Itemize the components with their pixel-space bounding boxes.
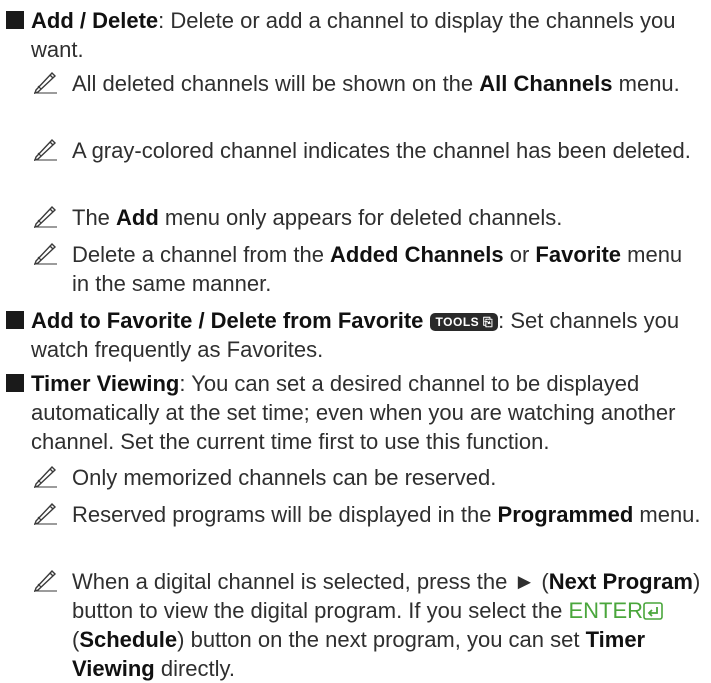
square-bullet-icon bbox=[6, 11, 24, 29]
note-bold: Added Channels bbox=[330, 242, 504, 267]
note-bold: Schedule bbox=[79, 627, 178, 652]
square-bullet-icon bbox=[6, 311, 24, 329]
note-text: When a digital channel is selected, pres… bbox=[72, 569, 549, 594]
pencil-note-icon bbox=[33, 503, 57, 525]
enter-label: ENTER bbox=[568, 598, 644, 623]
item-add-delete: Add / Delete: Delete or add a channel to… bbox=[6, 6, 706, 64]
note-gray-colored: A gray-colored channel indicates the cha… bbox=[33, 136, 703, 165]
note-text: Reserved programs will be displayed in t… bbox=[72, 502, 498, 527]
pencil-note-icon bbox=[33, 466, 57, 488]
note-all-deleted: All deleted channels will be shown on th… bbox=[33, 69, 703, 98]
note-bold: Programmed bbox=[497, 502, 634, 527]
note-text: ) button on the next program, you can se… bbox=[177, 627, 586, 652]
square-bullet-icon bbox=[6, 374, 24, 392]
item-timer-viewing: Timer Viewing: You can set a desired cha… bbox=[6, 369, 706, 456]
pencil-note-icon bbox=[33, 206, 57, 228]
pencil-note-icon bbox=[33, 570, 57, 592]
item-favorite-text: Add to Favorite / Delete from Favorite T… bbox=[6, 306, 706, 364]
manual-page: Add / Delete: Delete or add a channel to… bbox=[0, 0, 711, 681]
pencil-note-icon bbox=[33, 72, 57, 94]
note-bold: Add bbox=[116, 205, 159, 230]
tools-key-icon: TOOLS ⎘ bbox=[429, 313, 499, 331]
note-text: menu only appears for deleted channels. bbox=[158, 205, 563, 230]
pencil-note-icon bbox=[33, 243, 57, 265]
note-reserved-programs: Reserved programs will be displayed in t… bbox=[33, 500, 703, 529]
item-title: Add to Favorite / Delete from Favorite bbox=[31, 308, 424, 333]
item-title: Add / Delete bbox=[31, 8, 159, 33]
pencil-note-icon bbox=[33, 139, 57, 161]
note-text: All deleted channels will be shown on th… bbox=[72, 71, 480, 96]
note-text: menu. bbox=[633, 502, 701, 527]
enter-key-icon bbox=[643, 602, 663, 620]
note-text: The bbox=[72, 205, 117, 230]
note-delete-channel: Delete a channel from the Added Channels… bbox=[33, 240, 703, 298]
note-add-menu: The Add menu only appears for deleted ch… bbox=[33, 203, 703, 232]
item-title: Timer Viewing bbox=[31, 371, 180, 396]
note-text: A gray-colored channel indicates the cha… bbox=[72, 138, 691, 163]
item-favorite: Add to Favorite / Delete from Favorite T… bbox=[6, 306, 706, 364]
note-text: directly. bbox=[154, 656, 236, 681]
note-text: or bbox=[503, 242, 536, 267]
item-add-delete-text: Add / Delete: Delete or add a channel to… bbox=[6, 6, 706, 64]
note-bold: All Channels bbox=[479, 71, 613, 96]
note-bold: Favorite bbox=[535, 242, 622, 267]
item-timer-text: Timer Viewing: You can set a desired cha… bbox=[6, 369, 706, 456]
note-only-memorized: Only memorized channels can be reserved. bbox=[33, 463, 703, 492]
note-digital-channel: When a digital channel is selected, pres… bbox=[33, 567, 703, 683]
note-text: Only memorized channels can be reserved. bbox=[72, 465, 497, 490]
note-text: menu. bbox=[612, 71, 680, 96]
tools-label: TOOLS bbox=[435, 315, 480, 329]
note-text: Delete a channel from the bbox=[72, 242, 331, 267]
note-bold: Next Program bbox=[548, 569, 693, 594]
